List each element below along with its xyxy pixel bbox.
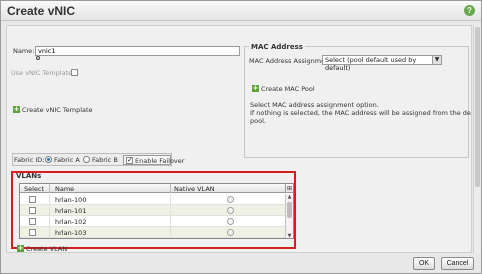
- dialog-scroll-thumb[interactable]: [475, 27, 480, 187]
- scroll-up-icon[interactable]: ▲: [286, 194, 293, 200]
- dialog-titlebar: Create vNIC ?: [1, 1, 481, 21]
- create-vnic-template-link[interactable]: Create vNIC Template: [22, 106, 93, 114]
- cancel-button[interactable]: Cancel: [441, 257, 474, 270]
- check-icon: ✓: [127, 156, 133, 164]
- table-row[interactable]: hrlan-102: [20, 216, 285, 227]
- create-vlan-link[interactable]: Create VLAN: [26, 245, 67, 252]
- mouse-cursor-icon: [36, 56, 40, 60]
- fabric-id-label: Fabric ID:: [14, 156, 45, 164]
- dialog-title: Create vNIC: [7, 4, 76, 18]
- column-header-select[interactable]: Select: [24, 185, 44, 193]
- mac-help-text-line1: Select MAC address assignment option.: [250, 101, 379, 109]
- ok-button[interactable]: OK: [413, 257, 435, 270]
- fabric-b-radio[interactable]: [83, 156, 90, 163]
- use-template-checkbox[interactable]: [71, 69, 78, 76]
- dialog-content: Name: vnic1 Use vNIC Template: + Create …: [6, 25, 472, 253]
- create-vnic-dialog: Create vNIC ? Name: vnic1 Use vNIC Templ…: [0, 0, 482, 274]
- add-icon[interactable]: +: [13, 106, 20, 113]
- mac-help-text-line3: pool.: [250, 117, 266, 125]
- table-row[interactable]: hrlan-101: [20, 205, 285, 216]
- column-chooser-icon[interactable]: ⊞: [285, 184, 293, 193]
- row-select-checkbox[interactable]: [29, 218, 36, 225]
- table-row[interactable]: hrlan-103: [20, 227, 285, 238]
- help-icon[interactable]: ?: [464, 5, 475, 16]
- native-vlan-radio[interactable]: [227, 218, 234, 225]
- use-template-label: Use vNIC Template:: [11, 69, 75, 77]
- vlan-name: hrlan-100: [55, 196, 87, 204]
- native-vlan-radio[interactable]: [227, 196, 234, 203]
- enable-failover-checkbox[interactable]: ✓: [126, 156, 133, 164]
- create-mac-pool-link[interactable]: Create MAC Pool: [261, 85, 315, 93]
- table-header: Select Name Native VLAN ⊞: [20, 184, 293, 193]
- table-scroll-thumb[interactable]: [287, 202, 292, 218]
- vlan-name: hrlan-102: [55, 218, 87, 226]
- table-scrollbar[interactable]: ▲ ▼: [285, 194, 293, 238]
- dialog-scrollbar[interactable]: [473, 25, 481, 253]
- fabric-b-label[interactable]: Fabric B: [92, 156, 118, 164]
- fabric-a-radio[interactable]: [45, 156, 52, 163]
- fabric-a-label[interactable]: Fabric A: [54, 156, 80, 164]
- add-icon[interactable]: +: [17, 245, 24, 252]
- name-input[interactable]: vnic1: [35, 46, 240, 56]
- chevron-down-icon[interactable]: ▼: [432, 55, 442, 65]
- table-row[interactable]: hrlan-100: [20, 194, 285, 205]
- vlans-table: Select Name Native VLAN ⊞ hrlan-100 hrla…: [19, 183, 294, 239]
- vlan-name: hrlan-101: [55, 207, 87, 215]
- mac-section-title: MAC Address: [249, 43, 305, 51]
- column-header-native-vlan[interactable]: Native VLAN: [174, 185, 215, 193]
- mac-help-text-line2: If nothing is selected, the MAC address …: [250, 109, 472, 117]
- row-select-checkbox[interactable]: [29, 207, 36, 214]
- add-icon[interactable]: +: [252, 85, 259, 92]
- column-header-name[interactable]: Name: [55, 185, 74, 193]
- enable-failover-toggle[interactable]: ✓ Enable Failover: [123, 155, 184, 165]
- native-vlan-radio[interactable]: [227, 207, 234, 214]
- mac-assignment-select[interactable]: Select (pool default used by default): [322, 55, 442, 72]
- name-label: Name:: [13, 47, 35, 55]
- vlan-name: hrlan-103: [55, 229, 87, 237]
- row-select-checkbox[interactable]: [29, 196, 36, 203]
- row-select-checkbox[interactable]: [29, 229, 36, 236]
- scroll-down-icon[interactable]: ▼: [286, 233, 293, 238]
- native-vlan-radio[interactable]: [227, 229, 234, 236]
- vlans-title: VLANs: [16, 172, 42, 180]
- enable-failover-label: Enable Failover: [135, 157, 185, 165]
